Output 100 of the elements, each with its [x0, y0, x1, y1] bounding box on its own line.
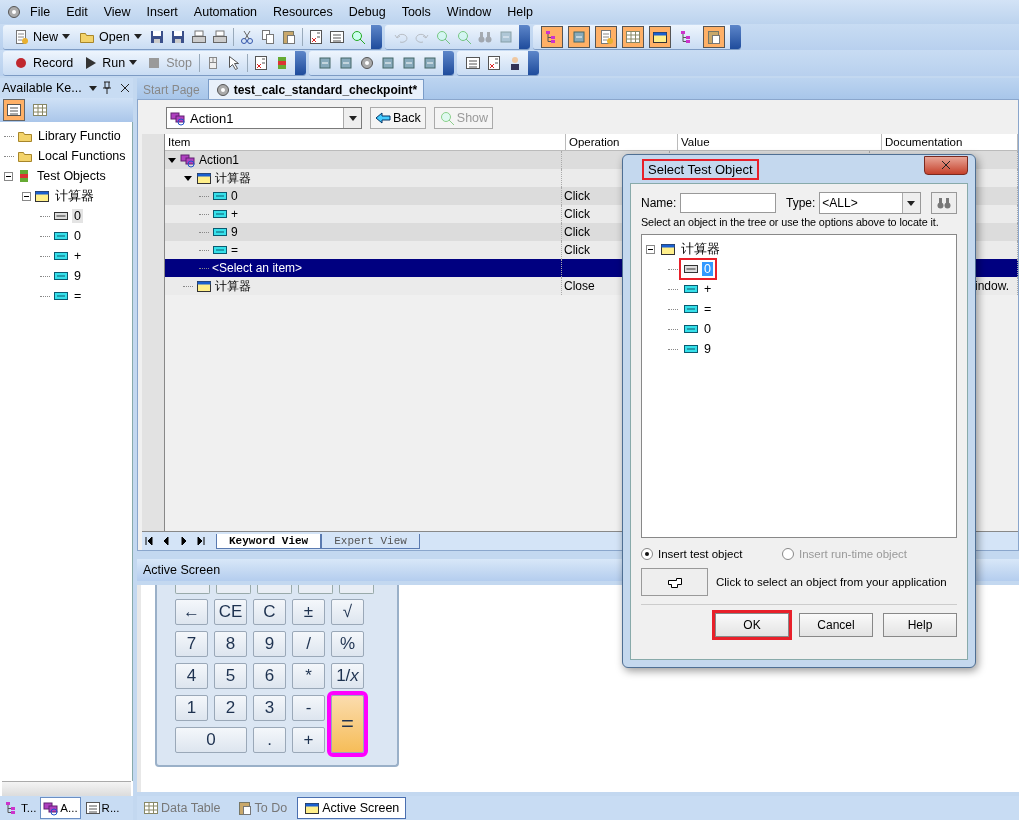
- toolbar-button[interactable]: New: [11, 25, 72, 48]
- calculator-key[interactable]: 6: [253, 663, 286, 689]
- calculator-key[interactable]: ±: [292, 599, 325, 625]
- sheet-tab[interactable]: Keyword View: [216, 533, 322, 549]
- radio-option[interactable]: Insert test object: [641, 548, 743, 560]
- menu-item[interactable]: File: [22, 5, 59, 19]
- minus-box-icon[interactable]: [22, 191, 31, 201]
- menu-item[interactable]: Insert: [138, 5, 186, 19]
- toolbar-button[interactable]: Run: [80, 51, 140, 74]
- calculator-key[interactable]: /: [292, 631, 325, 657]
- toolbar-overflow-button[interactable]: [729, 24, 741, 49]
- column-header[interactable]: Documentation: [882, 134, 1018, 150]
- tree-item[interactable]: 9: [702, 342, 713, 356]
- calculator-key[interactable]: C: [253, 599, 286, 625]
- calculator-key[interactable]: 5: [214, 663, 247, 689]
- tool-icon[interactable]: [316, 54, 333, 71]
- tree-item[interactable]: +: [702, 282, 714, 296]
- tree-item[interactable]: Local Functions: [36, 149, 128, 163]
- view-toggle-button[interactable]: [3, 99, 25, 121]
- horizontal-scrollbar[interactable]: [2, 781, 131, 796]
- tree-item[interactable]: Library Functio: [36, 129, 123, 143]
- calculator-key[interactable]: CE: [214, 599, 247, 625]
- calculator-key[interactable]: -: [292, 695, 325, 721]
- copy-icon[interactable]: [259, 28, 276, 45]
- menu-item[interactable]: Tools: [393, 5, 439, 19]
- column-header[interactable]: Item: [165, 134, 566, 150]
- menu-item[interactable]: Debug: [340, 5, 394, 19]
- document-tab[interactable]: test_calc_standard_checkpoint*: [207, 79, 425, 99]
- column-header[interactable]: Value: [678, 134, 882, 150]
- toolbar-overflow-button[interactable]: [294, 50, 306, 75]
- calculator-key[interactable]: +: [292, 727, 325, 753]
- toolbar-toggle-button[interactable]: [621, 25, 644, 48]
- scissors-icon[interactable]: [238, 28, 255, 45]
- panel-tab[interactable]: R...: [82, 798, 122, 818]
- caret-icon[interactable]: [167, 155, 177, 165]
- tool-icon[interactable]: [400, 54, 417, 71]
- toolbar-toggle-button[interactable]: [567, 25, 590, 48]
- toolbar-overflow-button[interactable]: [527, 50, 539, 75]
- tree-item[interactable]: 计算器: [679, 240, 722, 258]
- name-input-field[interactable]: [680, 193, 776, 213]
- panel-tab[interactable]: A...: [40, 797, 81, 819]
- column-header[interactable]: Operation: [566, 134, 678, 150]
- calculator-key[interactable]: ←: [175, 599, 208, 625]
- checklist-icon[interactable]: [252, 54, 269, 71]
- toolbar-toggle-button[interactable]: [540, 25, 563, 48]
- tool-icon[interactable]: [337, 54, 354, 71]
- tree-item[interactable]: =: [72, 289, 84, 303]
- dialog-button[interactable]: OK: [715, 613, 789, 637]
- menu-item[interactable]: Help: [499, 5, 542, 19]
- minus-box-icon[interactable]: [4, 171, 13, 181]
- calculator-key[interactable]: 2: [214, 695, 247, 721]
- tool-icon[interactable]: [379, 54, 396, 71]
- calculator-key[interactable]: 0: [175, 727, 247, 753]
- minus-box-icon[interactable]: [646, 244, 655, 254]
- calculator-key[interactable]: 7: [175, 631, 208, 657]
- toolbar-overflow-button[interactable]: [370, 24, 382, 49]
- calculator-key[interactable]: 1: [175, 695, 208, 721]
- dialog-button[interactable]: Cancel: [799, 613, 873, 637]
- calculator-key[interactable]: 1/x: [331, 663, 364, 689]
- calculator-key[interactable]: 8: [214, 631, 247, 657]
- calculator-key[interactable]: 9: [253, 631, 286, 657]
- action-dropdown[interactable]: Action1: [166, 107, 362, 129]
- tree-item[interactable]: 0: [72, 229, 83, 243]
- tree-item[interactable]: 0: [702, 322, 713, 336]
- printer-icon[interactable]: [190, 28, 207, 45]
- clipboard-icon[interactable]: [280, 28, 297, 45]
- close-button[interactable]: [924, 155, 968, 175]
- find-button[interactable]: [930, 192, 957, 214]
- calculator-key[interactable]: 4: [175, 663, 208, 689]
- list-icon[interactable]: [328, 28, 345, 45]
- panel-tab[interactable]: Active Screen: [297, 797, 407, 819]
- tree-item[interactable]: 0: [72, 209, 83, 223]
- gear-icon[interactable]: [358, 54, 375, 71]
- tree-item[interactable]: Test Objects: [35, 169, 108, 183]
- tree-item[interactable]: +: [72, 249, 84, 263]
- type-dropdown[interactable]: <ALL>: [819, 192, 921, 214]
- list-icon[interactable]: [464, 54, 481, 71]
- calculator-key[interactable]: %: [331, 631, 364, 657]
- sheet-navigation-arrows[interactable]: [144, 535, 208, 547]
- gear-icon[interactable]: [6, 4, 22, 20]
- panel-tab[interactable]: T...: [2, 798, 39, 818]
- toolbar-overflow-button[interactable]: [442, 50, 454, 75]
- sheet-tab[interactable]: Expert View: [321, 533, 420, 549]
- save-icon[interactable]: [169, 28, 186, 45]
- tree-item[interactable]: 计算器: [53, 187, 96, 205]
- calculator-key[interactable]: 3: [253, 695, 286, 721]
- dialog-button[interactable]: Help: [883, 613, 957, 637]
- toolbar-button[interactable]: Record: [11, 51, 76, 74]
- menu-item[interactable]: Automation: [185, 5, 266, 19]
- tree-item[interactable]: =: [702, 302, 714, 316]
- save-icon[interactable]: [148, 28, 165, 45]
- checklist-icon[interactable]: [485, 54, 502, 71]
- toolbar-toggle-button[interactable]: [648, 25, 671, 48]
- menu-item[interactable]: Edit: [58, 5, 96, 19]
- toolbar-toggle-button[interactable]: [594, 25, 617, 48]
- tool-icon[interactable]: [421, 54, 438, 71]
- menu-item[interactable]: View: [95, 5, 139, 19]
- calculator-key[interactable]: .: [253, 727, 286, 753]
- printer-icon[interactable]: [211, 28, 228, 45]
- menu-item[interactable]: Window: [438, 5, 500, 19]
